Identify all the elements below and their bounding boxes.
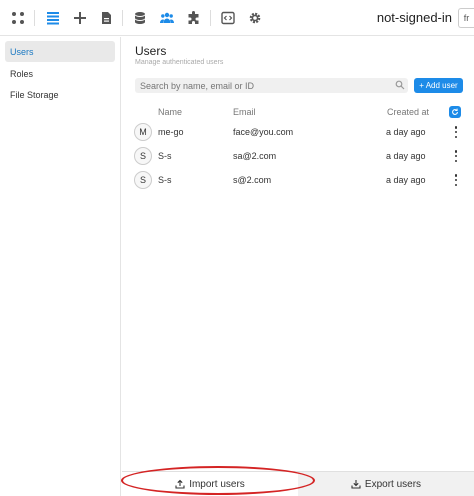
- user-name: me-go: [158, 127, 184, 137]
- search-input[interactable]: [135, 78, 408, 93]
- more-options-icon[interactable]: [453, 174, 459, 186]
- plus-icon[interactable]: [71, 9, 89, 27]
- sidebar-item-file-storage[interactable]: File Storage: [5, 84, 115, 105]
- page-subtitle: Manage authenticated users: [135, 59, 224, 66]
- database-icon[interactable]: [131, 9, 149, 27]
- column-header-name[interactable]: Name: [158, 107, 182, 117]
- refresh-button[interactable]: [449, 106, 461, 118]
- avatar: S: [134, 147, 152, 165]
- highlight-annotation: [121, 466, 315, 495]
- user-created: a day ago: [386, 151, 426, 161]
- main-panel: Users Manage authenticated users + Add u…: [122, 37, 474, 496]
- current-user-label: not-signed-in: [376, 10, 452, 25]
- column-header-created[interactable]: Created at: [387, 107, 429, 117]
- refresh-icon: [452, 108, 458, 115]
- document-icon[interactable]: [97, 9, 115, 27]
- export-users-label: Export users: [364, 478, 422, 490]
- table-row[interactable]: M me-go face@you.com a day ago: [134, 120, 464, 144]
- sidebar-item-users[interactable]: Users: [5, 41, 115, 62]
- search-icon[interactable]: [395, 80, 405, 90]
- download-icon: [351, 480, 361, 489]
- apps-icon[interactable]: [9, 9, 27, 27]
- user-created: a day ago: [386, 127, 426, 137]
- page-title: Users: [135, 44, 167, 58]
- sidebar-item-roles[interactable]: Roles: [5, 63, 115, 84]
- plugin-icon[interactable]: [185, 9, 203, 27]
- user-name: S-s: [158, 151, 172, 161]
- table-row[interactable]: S S-s sa@2.com a day ago: [134, 144, 464, 168]
- toolbar-divider: [210, 10, 211, 26]
- user-name: S-s: [158, 175, 172, 185]
- toolbar-divider: [34, 10, 35, 26]
- user-email: s@2.com: [233, 175, 272, 185]
- column-header-email[interactable]: Email: [233, 107, 256, 117]
- code-icon[interactable]: [219, 9, 237, 27]
- add-user-button[interactable]: + Add user: [414, 78, 463, 93]
- toolbar-divider: [122, 10, 123, 26]
- top-bar: not-signed-in fr: [0, 0, 474, 36]
- more-options-icon[interactable]: [453, 126, 459, 138]
- language-switcher[interactable]: fr: [458, 8, 474, 28]
- more-options-icon[interactable]: [453, 150, 459, 162]
- export-users-button[interactable]: Export users: [298, 472, 474, 496]
- user-email: sa@2.com: [233, 151, 277, 161]
- user-email: face@you.com: [233, 127, 294, 137]
- user-created: a day ago: [386, 175, 426, 185]
- list-icon[interactable]: [44, 9, 62, 27]
- sidebar: Users Roles File Storage: [0, 37, 121, 496]
- table-row[interactable]: S S-s s@2.com a day ago: [134, 168, 464, 192]
- gear-icon[interactable]: [246, 9, 264, 27]
- users-icon[interactable]: [158, 9, 176, 27]
- avatar: M: [134, 123, 152, 141]
- avatar: S: [134, 171, 152, 189]
